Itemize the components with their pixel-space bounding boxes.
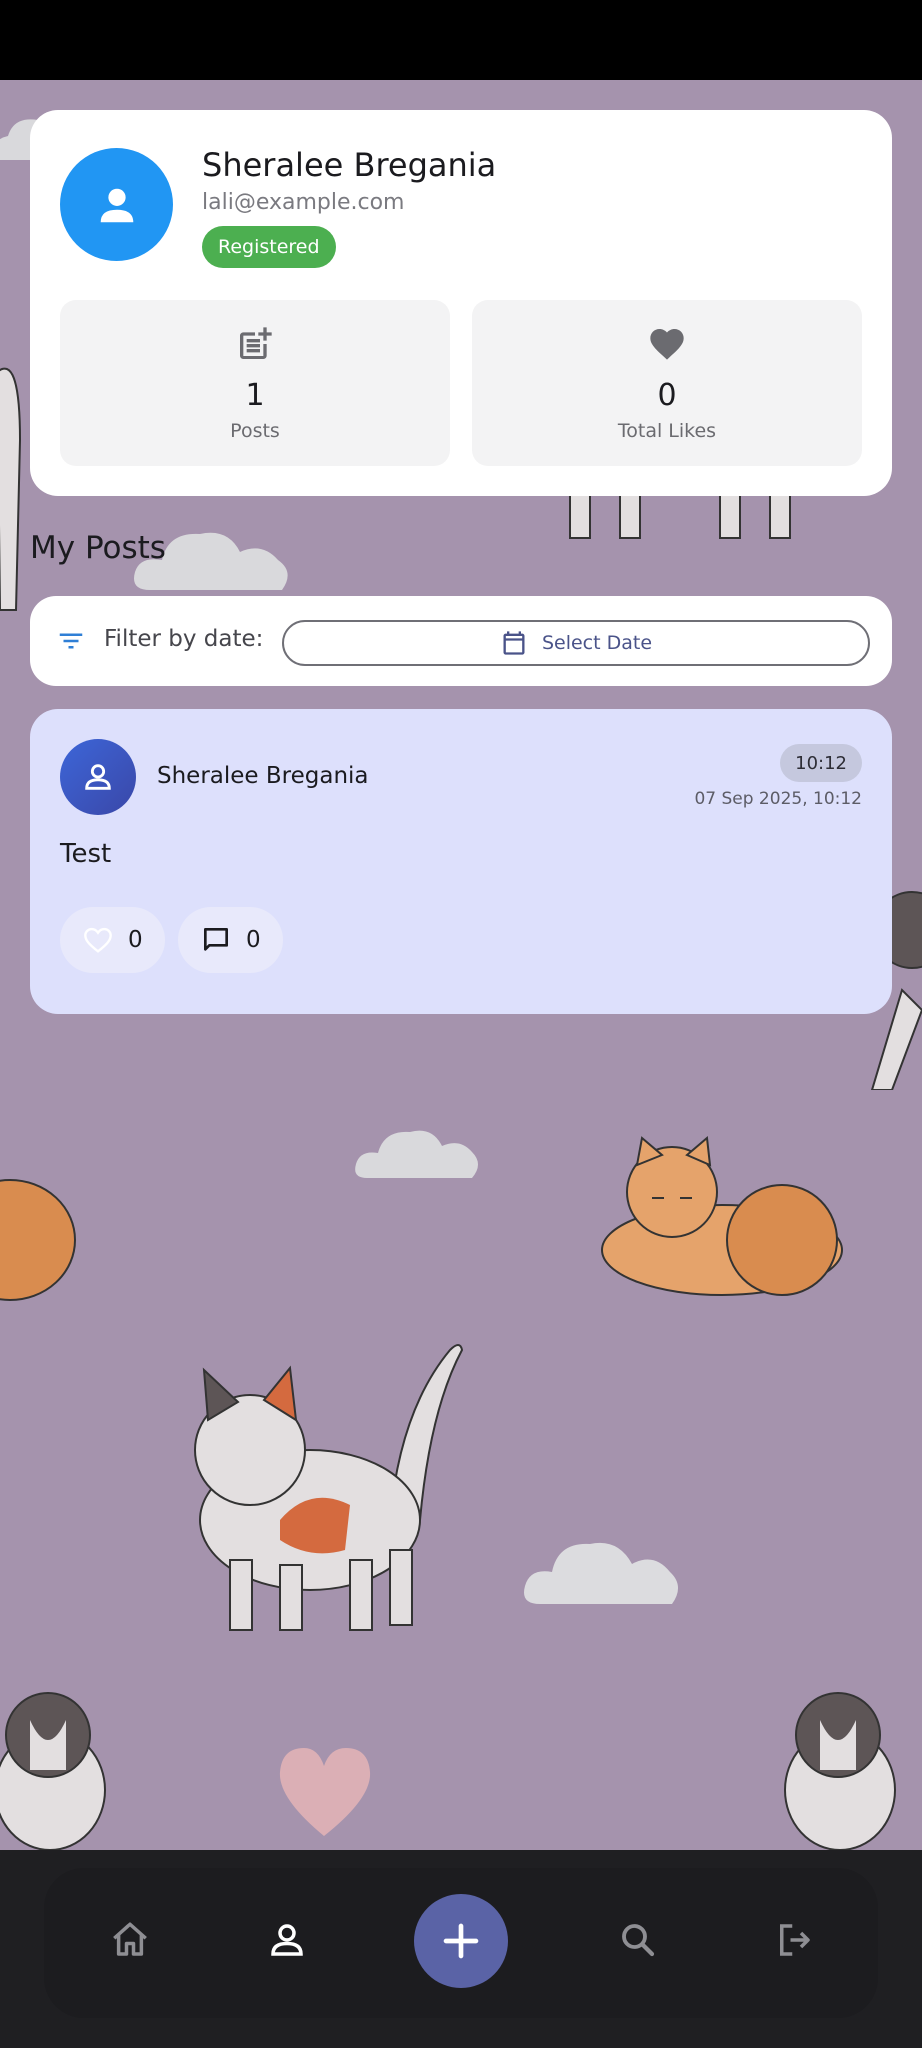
user-email: lali@example.com [202, 190, 405, 215]
post-avatar[interactable] [60, 739, 136, 815]
profile-icon [271, 1924, 303, 1956]
cloud-decoration [355, 1130, 478, 1178]
nav-search[interactable] [608, 1910, 668, 1970]
search-icon [622, 1924, 655, 1957]
avatar[interactable] [60, 148, 173, 261]
select-date-button[interactable]: Select Date [282, 620, 870, 666]
comment-icon [204, 928, 228, 951]
select-date-label: Select Date [541, 632, 653, 654]
add-icon [443, 1923, 479, 1959]
person-icon [100, 188, 133, 222]
nav-logout[interactable] [764, 1910, 824, 1970]
cat-illustration [784, 1692, 896, 1850]
logout-icon [780, 1924, 810, 1956]
posts-label: Posts [230, 420, 280, 442]
post-body: Test [60, 839, 112, 869]
heart-outline-icon [84, 927, 112, 953]
home-icon [113, 1922, 147, 1956]
status-bar [0, 0, 922, 80]
comment-count: 0 [246, 927, 261, 953]
add-post-button[interactable] [414, 1894, 508, 1988]
time-chip: 10:12 [780, 744, 862, 782]
cat-illustration [0, 1179, 76, 1301]
heart-decoration [279, 1748, 371, 1836]
cat-illustration [194, 1344, 464, 1631]
cat-illustration [0, 1692, 106, 1850]
status-badge: Registered [202, 226, 336, 268]
calendar-icon [503, 631, 525, 655]
post-author: Sheralee Bregania [157, 763, 369, 789]
post-card[interactable]: Sheralee Bregania 10:12 07 Sep 2025, 10:… [30, 709, 892, 1014]
posts-count: 1 [245, 378, 265, 413]
cat-illustration [601, 1136, 843, 1296]
like-count: 0 [128, 927, 143, 953]
like-button[interactable]: 0 [60, 907, 165, 973]
post-add-icon [240, 327, 272, 359]
filter-icon [59, 633, 83, 649]
profile-card: Sheralee Bregania lali@example.com Regis… [30, 110, 892, 496]
section-title: My Posts [30, 530, 166, 566]
posts-stat[interactable]: 1 Posts [60, 300, 450, 466]
likes-label: Total Likes [617, 420, 717, 442]
post-datetime: 07 Sep 2025, 10:12 [694, 789, 862, 809]
comment-button[interactable]: 0 [178, 907, 283, 973]
likes-count: 0 [657, 378, 677, 413]
filter-bar: Filter by date: Select Date [30, 596, 892, 686]
nav-profile[interactable] [257, 1910, 317, 1970]
person-outline-icon [85, 764, 111, 790]
filter-label: Filter by date: [104, 626, 264, 652]
cloud-decoration [524, 1542, 679, 1604]
cat-illustration [0, 367, 22, 611]
likes-stat[interactable]: 0 Total Likes [472, 300, 862, 466]
nav-home[interactable] [100, 1910, 160, 1970]
user-name: Sheralee Bregania [202, 146, 497, 184]
heart-icon [650, 329, 684, 360]
